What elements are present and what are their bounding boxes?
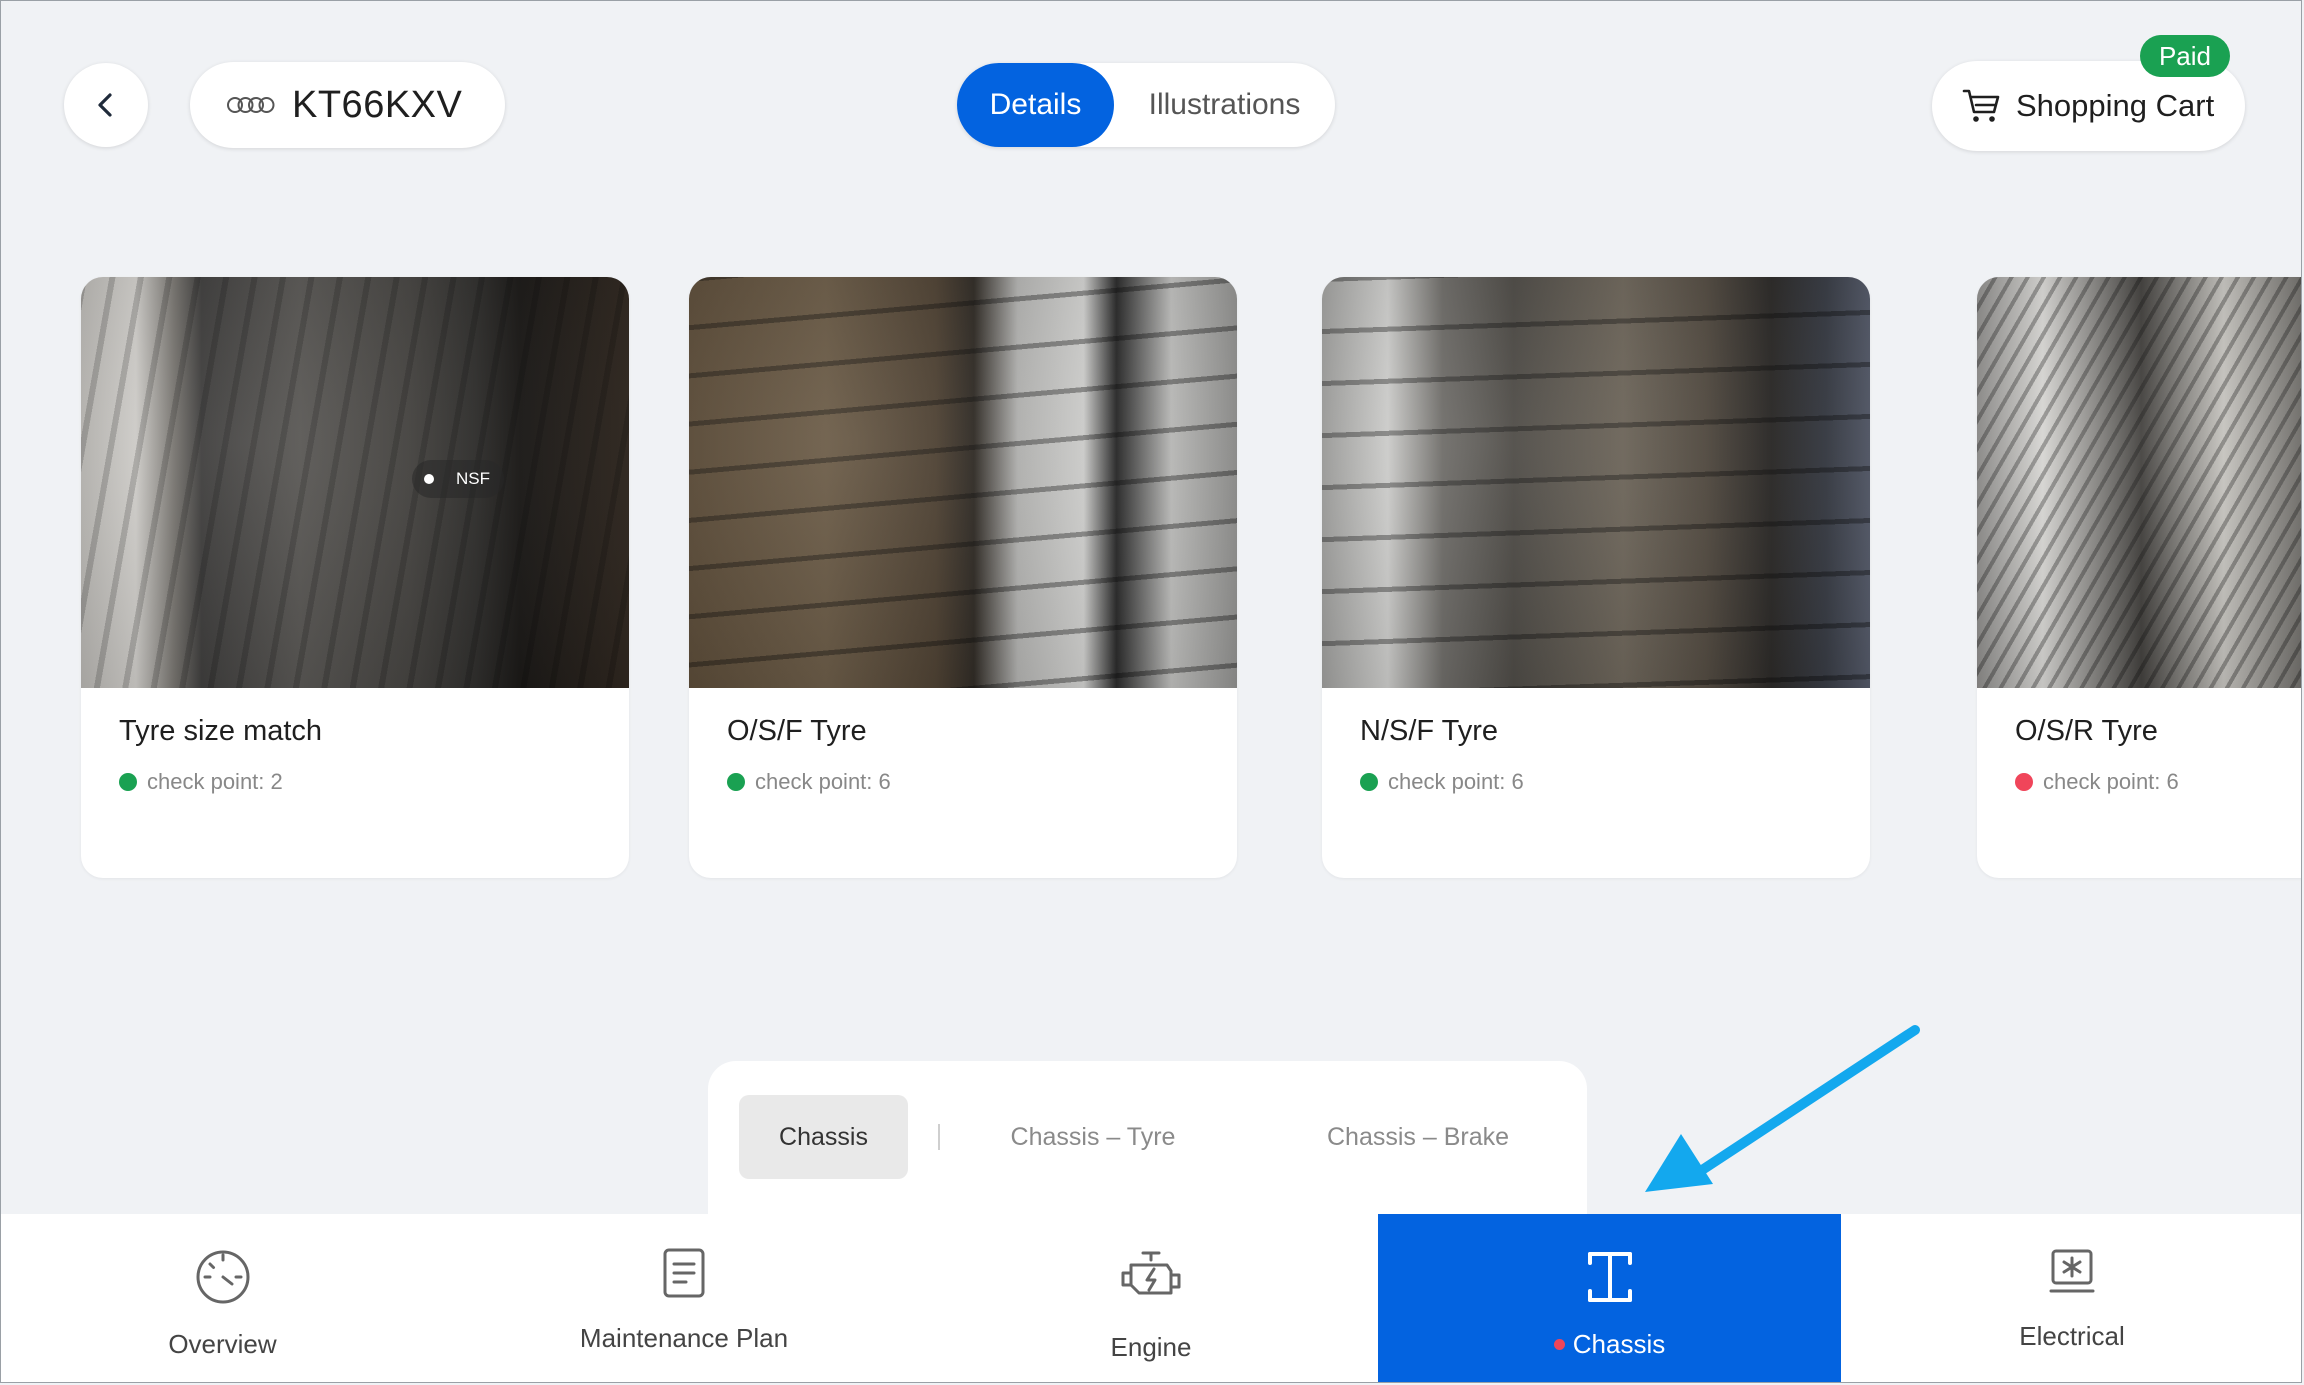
photo-tag-label: NSF — [456, 469, 490, 488]
status-dot-icon — [727, 773, 745, 791]
tag-dot-icon — [424, 474, 434, 484]
status-dot-icon — [119, 773, 137, 791]
card-title: O/S/R Tyre — [2015, 715, 2158, 747]
tyre-photo — [1322, 277, 1870, 688]
alert-dot-icon — [1553, 1338, 1565, 1350]
inspection-card-osr-tyre[interactable]: O/S/R Tyre check point: 6 — [1977, 277, 2301, 878]
subtab-divider — [938, 1124, 940, 1150]
app-window: KT66KXV Details Illustrations Shopping C… — [0, 0, 2302, 1383]
nav-maintenance-plan[interactable]: Maintenance Plan — [444, 1214, 924, 1382]
chassis-subtab-bar: Chassis Chassis – Tyre Chassis – Brake — [708, 1061, 1587, 1221]
annotation-arrow-icon — [1645, 1025, 1920, 1192]
nav-overview[interactable]: Overview — [1, 1214, 444, 1382]
nav-maintenance-plan-label: Maintenance Plan — [579, 1323, 789, 1353]
card-status: check point: 6 — [2015, 769, 2179, 795]
chassis-icon — [1587, 1252, 1632, 1302]
tyre-photo: NSF — [81, 277, 629, 688]
status-dot-icon — [2015, 773, 2033, 791]
cart-label: Shopping Cart — [2016, 88, 2215, 123]
vehicle-plate-pill: KT66KXV — [190, 62, 505, 148]
nav-engine[interactable]: Engine — [924, 1214, 1378, 1382]
inspection-card-nsf-tyre[interactable]: N/S/F Tyre check point: 6 — [1322, 277, 1870, 878]
nav-electrical[interactable]: Electrical — [1841, 1214, 2301, 1382]
tab-details[interactable]: Details — [957, 63, 1114, 147]
tyre-photo — [1977, 277, 2301, 688]
engine-icon — [1121, 1251, 1181, 1295]
nav-chassis-label: Chassis — [1378, 1329, 1841, 1360]
view-toggle: Details Illustrations — [957, 63, 1335, 147]
paid-badge: Paid — [2140, 35, 2230, 77]
speedometer-icon — [196, 1250, 249, 1304]
plate-number: KT66KXV — [292, 83, 463, 126]
nav-engine-label: Engine — [1110, 1332, 1192, 1362]
subtab-chassis-tyre[interactable]: Chassis – Tyre — [980, 1095, 1206, 1179]
status-text: check point: 6 — [755, 769, 891, 794]
inspection-card-tyre-size[interactable]: NSF Tyre size match check point: 2 — [81, 277, 629, 878]
status-text: check point: 6 — [2043, 769, 2179, 794]
card-status: check point: 2 — [119, 769, 283, 795]
status-text: check point: 2 — [147, 769, 283, 794]
bottom-navigation: Overview Maintenance Plan Engine Chassis… — [1, 1214, 2301, 1382]
inspection-card-osf-tyre[interactable]: O/S/F Tyre check point: 6 — [689, 277, 1237, 878]
subtab-chassis-brake[interactable]: Chassis – Brake — [1293, 1095, 1543, 1179]
card-title: Tyre size match — [119, 715, 323, 747]
tyre-photo — [689, 277, 1237, 688]
status-text: check point: 6 — [1388, 769, 1524, 794]
card-status: check point: 6 — [1360, 769, 1524, 795]
photo-tag[interactable]: NSF — [412, 460, 504, 498]
tab-illustrations[interactable]: Illustrations — [1114, 63, 1335, 147]
subtab-chassis[interactable]: Chassis — [739, 1095, 908, 1179]
document-icon — [663, 1248, 705, 1298]
nav-chassis[interactable]: Chassis — [1378, 1214, 1841, 1382]
card-status: check point: 6 — [727, 769, 891, 795]
cart-icon — [1962, 89, 2000, 122]
status-dot-icon — [1360, 773, 1378, 791]
card-title: O/S/F Tyre — [727, 715, 867, 747]
nav-electrical-label: Electrical — [2019, 1321, 2125, 1351]
audi-logo-icon — [227, 97, 275, 113]
nav-overview-label: Overview — [168, 1329, 277, 1359]
electrical-icon — [2049, 1249, 2095, 1293]
back-button[interactable] — [64, 63, 148, 147]
card-title: N/S/F Tyre — [1360, 715, 1499, 747]
chevron-left-icon — [98, 93, 112, 117]
